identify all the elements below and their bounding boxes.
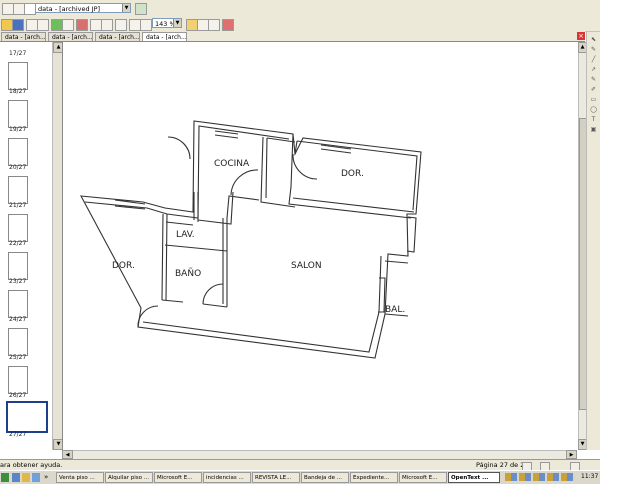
taskbar-item[interactable]: REVISTA LE... <box>252 472 300 483</box>
pen-icon[interactable]: ✎ <box>589 46 598 54</box>
thumbnail-label: 20/27 <box>9 164 27 171</box>
chevron-down-icon[interactable]: ▼ <box>122 4 130 12</box>
thumbnail-label: 25/27 <box>9 354 27 361</box>
annotate-icon[interactable] <box>62 19 74 31</box>
thumbnail[interactable] <box>8 252 28 280</box>
thumbnail-selected[interactable] <box>6 401 48 433</box>
secondary-toolbar: 143 % ▼ <box>0 17 600 32</box>
scroll-right-icon[interactable]: ▶ <box>566 450 577 459</box>
room-label-lav: LAV. <box>176 230 195 240</box>
tray-icons[interactable] <box>505 473 575 481</box>
floor-plan-drawing: COCINA DOR. LAV. DOR. SALON BAÑO BAL. <box>80 120 422 359</box>
taskbar-item[interactable]: incidencias ... <box>203 472 251 483</box>
refresh-icon[interactable] <box>135 3 147 15</box>
thumbnail-label: 24/27 <box>9 316 27 323</box>
background-margin <box>600 0 625 500</box>
thumbnail[interactable] <box>8 100 28 128</box>
scroll-left-icon[interactable]: ◀ <box>62 450 73 459</box>
text-icon[interactable]: T <box>589 116 598 124</box>
line-icon[interactable]: ╱ <box>589 56 598 64</box>
room-label-dor-left: DOR. <box>112 261 135 271</box>
background-margin <box>0 484 625 500</box>
annotation-toolbar: ⬉ ✎ ╱ ↗ ✎ ✐ ▭ ◯ T ▣ <box>586 32 601 450</box>
taskbar-item[interactable]: Alquilar piso ... <box>105 472 153 483</box>
thumbnail[interactable] <box>8 328 28 356</box>
outlook-icon[interactable] <box>32 473 40 482</box>
taskbar-item[interactable]: Microsoft E... <box>399 472 447 483</box>
stamp-icon[interactable] <box>222 19 234 31</box>
document-select[interactable]: data - [archived JP] ▼ <box>35 3 131 13</box>
thumbnail[interactable] <box>8 176 28 204</box>
room-label-bano: BAÑO <box>175 268 201 279</box>
more-icon[interactable]: » <box>44 473 48 481</box>
tab-document-3[interactable]: data - [arch... <box>95 32 140 41</box>
thumbnail[interactable] <box>8 138 28 166</box>
taskbar-item[interactable]: Bandeja de ... <box>301 472 349 483</box>
zoom-out-icon[interactable] <box>140 19 152 31</box>
stamp-icon[interactable]: ▣ <box>589 126 598 134</box>
taskbar-item-active[interactable]: OpenText ... <box>448 472 500 483</box>
thumbnail[interactable] <box>8 290 28 318</box>
zoom-select[interactable]: 143 % ▼ <box>152 18 182 28</box>
thumbnail[interactable] <box>8 366 28 394</box>
taskbar-item[interactable]: Venta piso ... <box>56 472 104 483</box>
save-icon[interactable] <box>12 19 24 31</box>
document-view[interactable]: COCINA DOR. LAV. DOR. SALON BAÑO BAL. <box>62 42 578 450</box>
clock: 11:37 <box>581 473 599 480</box>
thumbnail-panel: 17/27 18/27 19/27 20/27 21/27 22/27 23/2… <box>0 42 52 450</box>
copy-icon[interactable] <box>37 19 49 31</box>
tab-document-1[interactable]: data - [arch... <box>1 32 46 41</box>
taskbar-item[interactable]: Expediente... <box>350 472 398 483</box>
room-label-bal: BAL. <box>385 305 405 315</box>
arrow-icon[interactable]: ↗ <box>589 66 598 74</box>
fit-page-icon[interactable] <box>115 19 127 31</box>
ie-icon[interactable] <box>12 473 20 482</box>
tab-document-2[interactable]: data - [arch... <box>48 32 93 41</box>
pencil-icon[interactable]: ✎ <box>589 76 598 84</box>
ellipse-icon[interactable]: ◯ <box>589 106 598 114</box>
thumbnail-label: 18/27 <box>9 88 27 95</box>
settings-icon[interactable] <box>208 19 220 31</box>
thumbnail-label: 27/27 <box>9 431 27 438</box>
last-page-icon[interactable] <box>101 19 113 31</box>
pointer-icon[interactable]: ⬉ <box>589 36 598 44</box>
folder-icon[interactable] <box>22 473 30 482</box>
thumbnail-label: 21/27 <box>9 202 27 209</box>
thumbnail-label: 23/27 <box>9 278 27 285</box>
document-select-value: data - [archived JP] <box>38 5 101 13</box>
start-icon[interactable] <box>1 473 9 482</box>
thumbnail-label: 17/27 <box>9 50 27 57</box>
thumbnail-label: 22/27 <box>9 240 27 247</box>
system-tray: 11:37 <box>503 471 600 483</box>
room-label-salon: SALON <box>291 261 322 271</box>
room-label-cocina: COCINA <box>214 159 250 169</box>
marker-icon[interactable]: ✐ <box>589 86 598 94</box>
chevron-down-icon[interactable]: ▼ <box>173 19 181 27</box>
thumbnail[interactable] <box>8 62 28 90</box>
taskbar-item[interactable]: Microsoft E... <box>154 472 202 483</box>
main-toolbar: data - [archived JP] ▼ <box>0 0 600 18</box>
rectangle-icon[interactable]: ▭ <box>589 96 598 104</box>
room-label-dor-top: DOR. <box>341 169 364 179</box>
print-icon[interactable] <box>76 19 88 31</box>
tab-document-4[interactable]: data - [arch... <box>142 32 187 41</box>
thumbnail-label: 26/27 <box>9 392 27 399</box>
document-tabs: data - [arch... data - [arch... data - [… <box>0 31 585 42</box>
close-icon[interactable]: × <box>577 32 585 40</box>
thumbnail-label: 19/27 <box>9 126 27 133</box>
thumbnail[interactable] <box>8 214 28 242</box>
